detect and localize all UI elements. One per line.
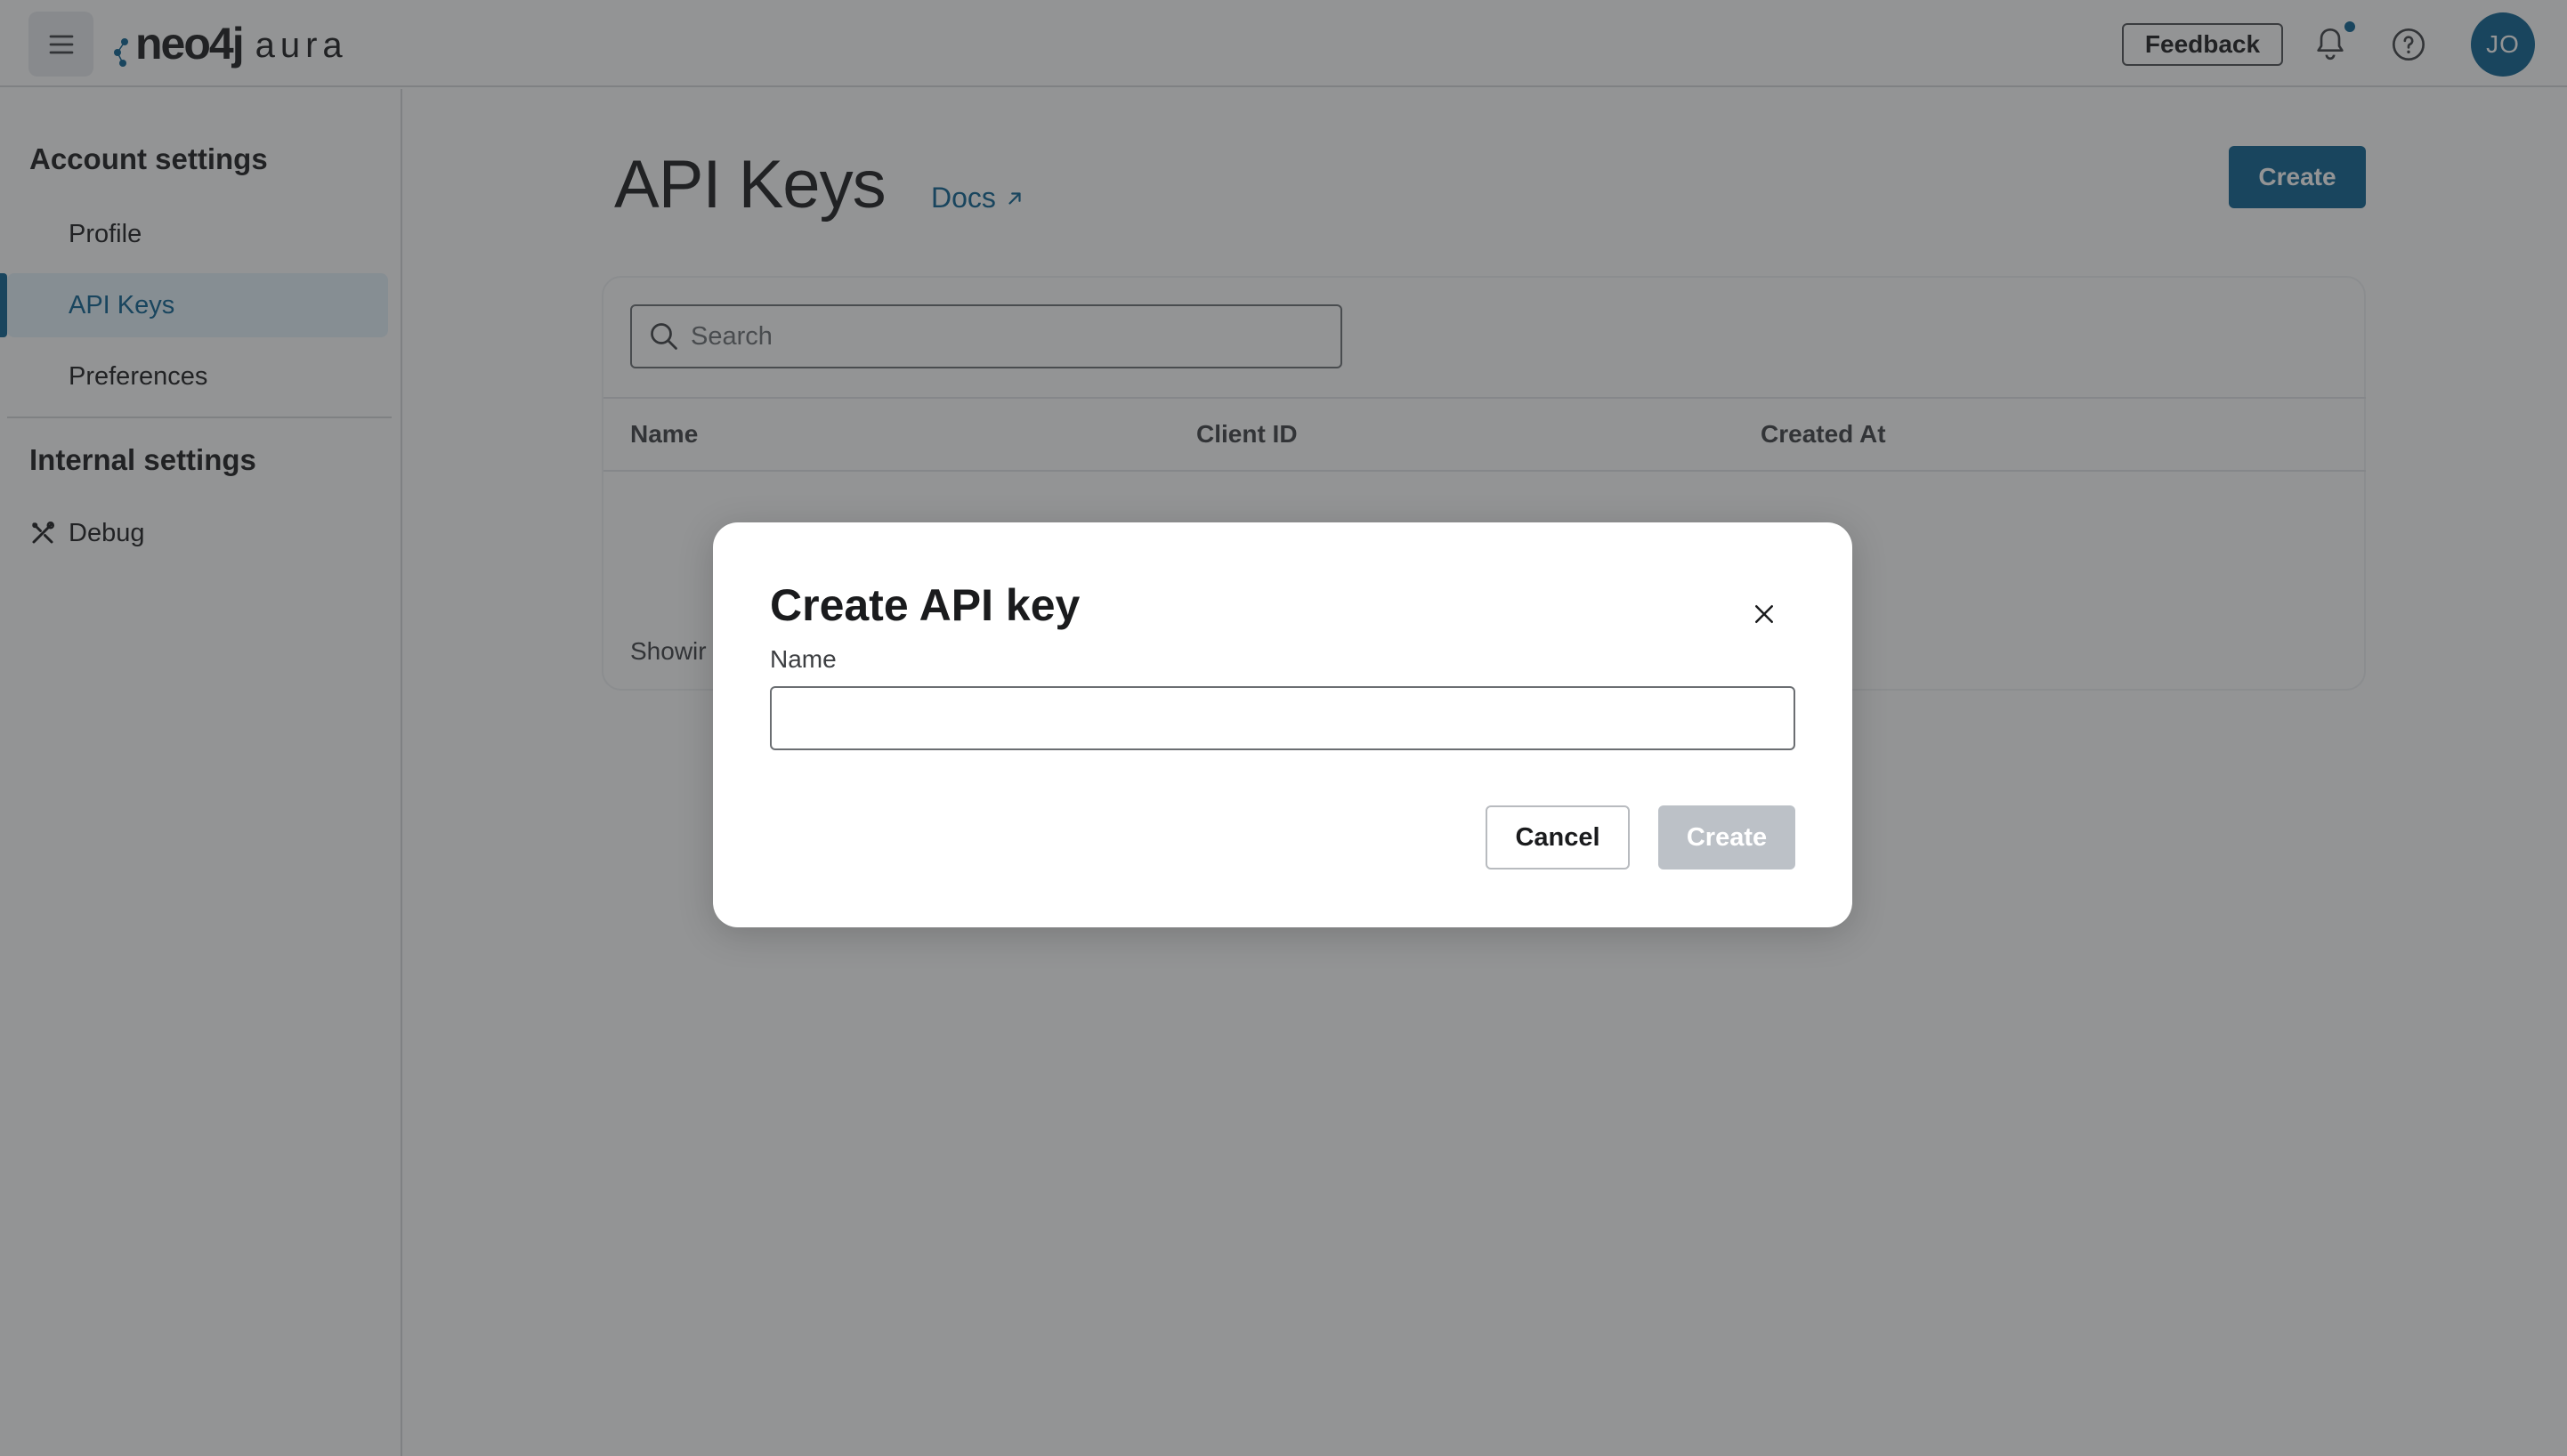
create-api-key-dialog: Create API key Name Cancel Create [713,522,1852,927]
app-root: neo4j aura Feedback JO Account settings … [0,0,2567,1456]
name-input[interactable] [770,686,1795,750]
close-button[interactable] [1744,594,1785,635]
dialog-title: Create API key [770,580,1081,630]
close-icon [1755,605,1773,623]
create-button[interactable]: Create [1658,805,1795,870]
name-field-label: Name [770,645,837,673]
cancel-button[interactable]: Cancel [1486,805,1630,870]
